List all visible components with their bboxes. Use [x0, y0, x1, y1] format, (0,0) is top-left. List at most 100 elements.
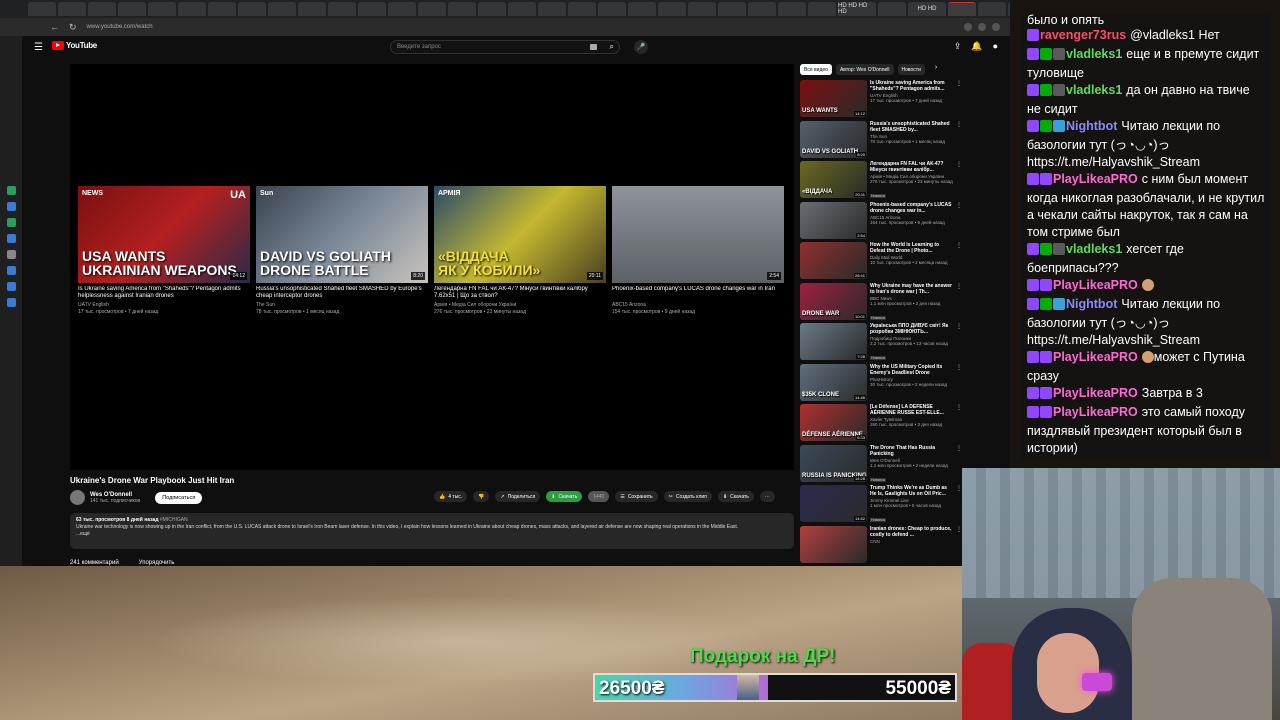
more-vert-icon[interactable]: ⋮: [956, 242, 962, 283]
show-more-link[interactable]: ...ещё: [76, 531, 788, 538]
browser-tab[interactable]: [238, 2, 266, 16]
recommendation-title[interactable]: [Le Défense] LA DÉFENSE AÉRIENNE RUSSE E…: [870, 404, 953, 416]
browser-tab[interactable]: [208, 2, 236, 16]
browser-tab[interactable]: [878, 2, 906, 16]
endscreen-title[interactable]: Russia's unsophisticated Shahed fleet SM…: [256, 286, 428, 301]
search-icon[interactable]: ⌕: [610, 42, 614, 52]
more-actions-button[interactable]: ⋯: [759, 491, 775, 502]
chat-username[interactable]: vladleks1: [1066, 47, 1122, 61]
extension-icon[interactable]: [964, 23, 972, 31]
browser-tab[interactable]: [1008, 2, 1010, 16]
endscreen-channel[interactable]: ABC15 Arizona: [612, 302, 784, 308]
browser-tab[interactable]: [478, 2, 506, 16]
recommendation-thumbnail[interactable]: DRONE WAR 10:01: [800, 282, 867, 320]
browser-tab[interactable]: [88, 2, 116, 16]
browser-tab[interactable]: [298, 2, 326, 16]
endscreen-channel[interactable]: Армія • Медіа Сил оборони України: [434, 302, 606, 308]
recommendation-thumbnail[interactable]: [800, 525, 867, 563]
share-button[interactable]: ↗ Поделиться: [495, 491, 541, 502]
filter-chip[interactable]: Автор: Wes O'Donnell: [835, 64, 894, 75]
sidebar-app-icon[interactable]: [6, 202, 16, 211]
filter-chip[interactable]: Все видео: [800, 64, 832, 75]
bell-icon[interactable]: 🔔: [971, 41, 982, 52]
recommendation-title[interactable]: Iranian drones: Cheap to produce, costly…: [870, 526, 953, 538]
browser-tab[interactable]: HD HD HD HD: [838, 2, 876, 16]
extension-icon[interactable]: [978, 23, 986, 31]
browser-tab[interactable]: [268, 2, 296, 16]
endscreen-title[interactable]: Легендарна FN FAL чи АК-47? Мінуси гвинт…: [434, 286, 606, 301]
recommendation-title[interactable]: Russia's unsophisticated Shahed fleet SM…: [870, 121, 953, 133]
quality-select[interactable]: 1440: [588, 491, 610, 502]
endscreen-thumbnail[interactable]: USA WANTS UKRAINIAN WEAPONS NEWS UA 14:12: [78, 186, 250, 283]
browser-tab[interactable]: [328, 2, 356, 16]
more-vert-icon[interactable]: ⋮: [956, 161, 962, 202]
save-button[interactable]: ☰ Сохранить: [615, 491, 658, 502]
chat-username[interactable]: PlayLikeaPRO: [1053, 350, 1138, 364]
endscreen-thumbnail[interactable]: 2:54: [612, 186, 784, 283]
recommendation-thumbnail[interactable]: DÉFENSE AÉRIENNE 6:33: [800, 404, 867, 441]
url-field[interactable]: www.youtube.com/watch: [87, 24, 153, 30]
endscreen-channel[interactable]: UATV English: [78, 302, 250, 308]
microphone-icon[interactable]: 🎤: [634, 40, 648, 54]
recommendation-title[interactable]: How the World is Learning to Defeat the …: [870, 242, 953, 254]
sidebar-app-icon[interactable]: [6, 234, 16, 243]
dislike-button[interactable]: 👎: [473, 491, 490, 502]
menu-icon[interactable]: ☰: [34, 42, 43, 53]
recommendation-title[interactable]: Phoenix-based company's LUCAS drone chan…: [870, 202, 953, 214]
chevron-right-icon[interactable]: ›: [935, 64, 937, 75]
chat-username[interactable]: vladleks1: [1066, 242, 1122, 256]
subscribe-button[interactable]: Подписаться: [155, 491, 203, 504]
endscreen-thumbnail[interactable]: «ВІДДАЧА ЯК У КОБИЛИ» АРМІЯ 20:11: [434, 186, 606, 283]
recommendation-title[interactable]: Is Ukraine saving America from "Shaheds"…: [870, 80, 953, 92]
recommendation-thumbnail[interactable]: RUSSIA IS PANICKING 14:28: [800, 444, 867, 482]
chat-username[interactable]: ravenger73rus: [1040, 28, 1126, 42]
channel-avatar[interactable]: [70, 490, 85, 505]
recommendation-item[interactable]: $35K CLONE 14:46 Why the US Military Copie…: [800, 363, 962, 405]
upload-icon[interactable]: ⇪: [954, 41, 962, 52]
browser-tab[interactable]: [808, 2, 836, 16]
youtube-logo[interactable]: YouTube: [52, 41, 97, 50]
browser-tab[interactable]: [778, 2, 806, 16]
browser-tab[interactable]: [538, 2, 566, 16]
more-vert-icon[interactable]: ⋮: [956, 283, 962, 324]
browser-tab[interactable]: [598, 2, 626, 16]
browser-tab[interactable]: [978, 2, 1006, 16]
recommendation-item[interactable]: 14:52 Trump Thinks We're as Dumb as He Is…: [800, 485, 962, 526]
hashtag-link[interactable]: #MICHIGAN: [160, 517, 188, 523]
browser-tab[interactable]: [28, 2, 56, 16]
recommendation-thumbnail[interactable]: 7:28: [800, 323, 867, 360]
back-icon[interactable]: ←: [50, 22, 59, 32]
recommendation-title[interactable]: Trump Thinks We're as Dumb as He Is, Gas…: [870, 485, 953, 497]
endscreen-thumbnail[interactable]: DAVID VS GOLIATH DRONE BATTLE Sun 8:20: [256, 186, 428, 283]
like-button[interactable]: 👍 4 тыс.: [434, 491, 468, 502]
filter-chip[interactable]: Новости: [897, 64, 925, 75]
recommendation-thumbnail[interactable]: USA WANTS 14:12: [800, 80, 867, 117]
endscreen-title[interactable]: Is Ukraine saving America from "Shaheds"…: [78, 286, 250, 301]
recommendation-thumbnail[interactable]: 26:41: [800, 242, 867, 279]
endscreen-card[interactable]: DAVID VS GOLIATH DRONE BATTLE Sun 8:20 Russ…: [256, 186, 428, 315]
more-vert-icon[interactable]: ⋮: [956, 404, 962, 445]
browser-tab[interactable]: [448, 2, 476, 16]
browser-tab[interactable]: [148, 2, 176, 16]
recommendation-title[interactable]: Why the US Military Copied Its Enemy's D…: [870, 364, 953, 376]
browser-tab[interactable]: HD HD: [908, 2, 946, 16]
chat-username[interactable]: PlayLikeaPRO: [1053, 405, 1138, 419]
avatar[interactable]: ●: [993, 41, 998, 52]
chat-username[interactable]: vladleks1: [1066, 83, 1122, 97]
browser-tab[interactable]: [688, 2, 716, 16]
browser-tab[interactable]: [748, 2, 776, 16]
sidebar-app-icon[interactable]: [6, 250, 16, 259]
recommendation-thumbnail[interactable]: «ВІДДАЧА 20:11: [800, 161, 867, 198]
recommendation-thumbnail[interactable]: 2:54: [800, 201, 867, 239]
endscreen-channel[interactable]: The Sun: [256, 302, 428, 308]
recommendation-item[interactable]: RUSSIA IS PANICKING 14:28 The Drone That H…: [800, 444, 962, 486]
download-extension-button[interactable]: ⬇ Скачать: [546, 491, 583, 502]
clip-button[interactable]: ✂ Создать клип: [663, 491, 712, 502]
keyboard-icon[interactable]: [590, 44, 597, 50]
recommendation-item[interactable]: 2:54 Phoenix-based company's LUCAS drone …: [800, 201, 962, 243]
endscreen-card[interactable]: 2:54 Phoenix-based company's LUCAS drone …: [612, 186, 784, 315]
recommendation-item[interactable]: Iranian drones: Cheap to produce, costly…: [800, 525, 962, 567]
search-input[interactable]: Введите запрос ⌕: [390, 40, 620, 54]
recommendation-item[interactable]: 7:28 Українська ППО ДИВУЄ світ! Як розроб…: [800, 323, 962, 364]
recommendation-item[interactable]: DÉFENSE AÉRIENNE 6:33 [Le Défense] LA DÉFE…: [800, 404, 962, 445]
